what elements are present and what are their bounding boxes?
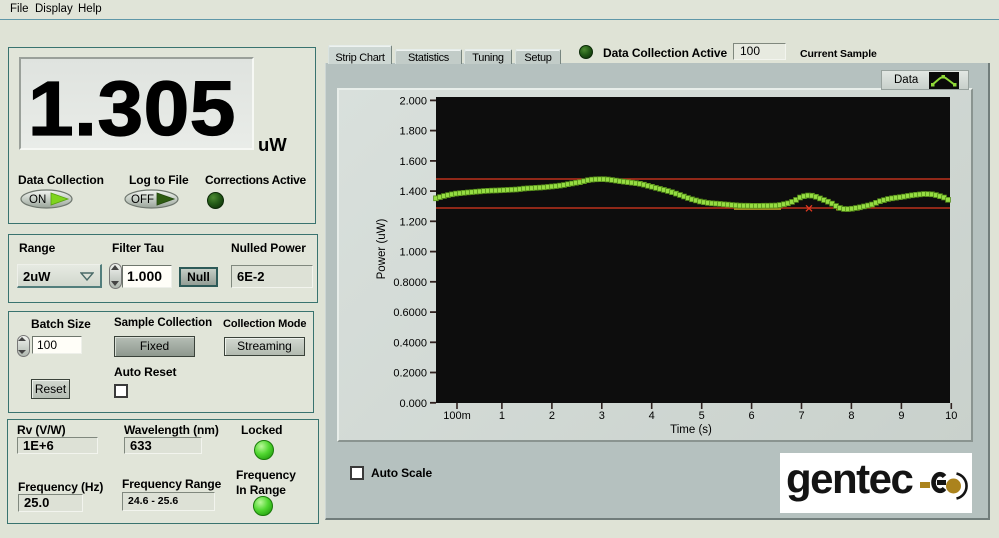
svg-text:0.2000: 0.2000: [393, 368, 427, 380]
svg-text:1.400: 1.400: [399, 186, 427, 198]
svg-text:7: 7: [798, 410, 804, 422]
svg-text:1.600: 1.600: [399, 156, 427, 168]
svg-text:0.6000: 0.6000: [393, 307, 427, 319]
svg-text:ON: ON: [29, 194, 46, 206]
svg-text:100m: 100m: [443, 410, 471, 422]
svg-text:3: 3: [599, 410, 605, 422]
svg-text:OFF: OFF: [131, 194, 154, 206]
svg-text:4: 4: [649, 410, 655, 422]
svg-text:2: 2: [549, 410, 555, 422]
svg-text:5: 5: [699, 410, 705, 422]
svg-text:0.000: 0.000: [399, 398, 427, 410]
svg-text:2.000: 2.000: [399, 95, 427, 107]
svg-text:Time (s): Time (s): [670, 424, 712, 436]
svg-text:0.4000: 0.4000: [393, 337, 427, 349]
svg-text:1.800: 1.800: [399, 126, 427, 138]
svg-text:8: 8: [848, 410, 854, 422]
svg-text:1.200: 1.200: [399, 216, 427, 228]
svg-text:9: 9: [898, 410, 904, 422]
svg-text:10: 10: [945, 410, 957, 422]
svg-text:1.000: 1.000: [399, 247, 427, 259]
svg-text:Power (uW): Power (uW): [376, 218, 388, 279]
svg-text:6: 6: [749, 410, 755, 422]
svg-text:0.8000: 0.8000: [393, 277, 427, 289]
svg-text:gentec: gentec: [786, 455, 914, 502]
svg-text:1: 1: [499, 410, 505, 422]
